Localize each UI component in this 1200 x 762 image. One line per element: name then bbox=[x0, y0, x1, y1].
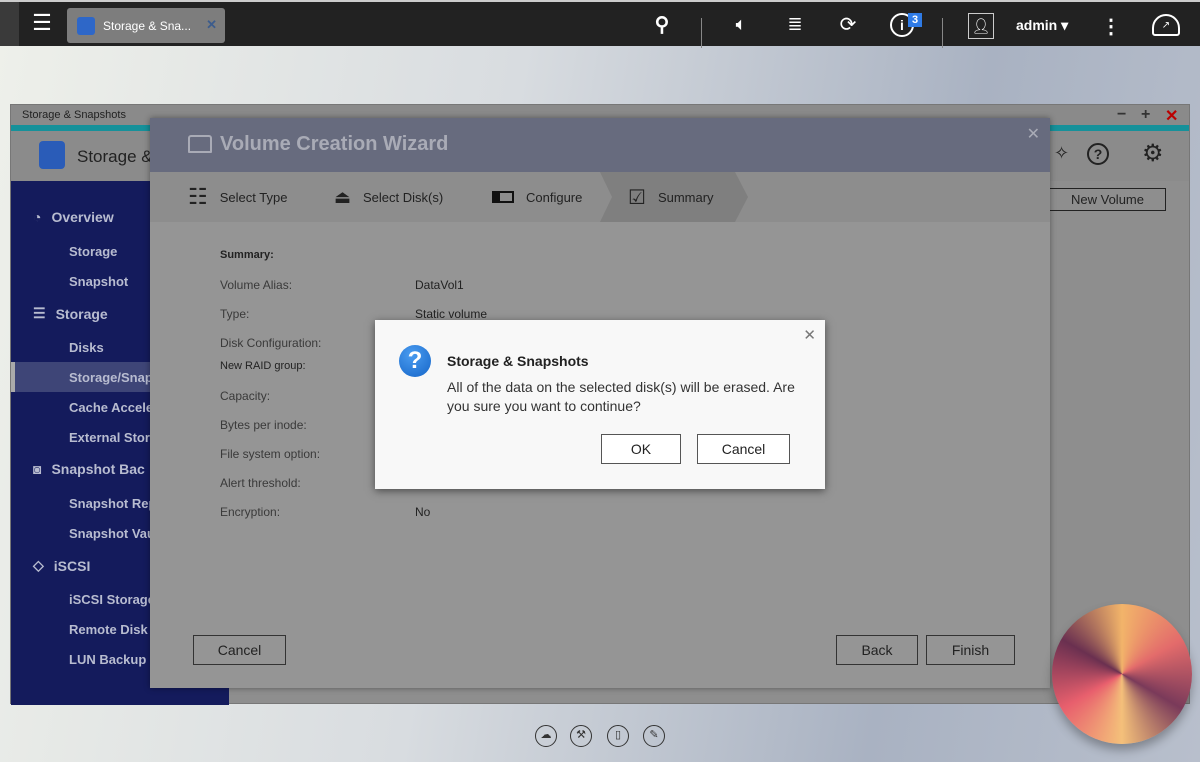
summary-label: Bytes per inode: bbox=[220, 418, 307, 432]
confirm-dialog: ? ✕ Storage & Snapshots All of the data … bbox=[375, 320, 825, 489]
configure-icon bbox=[492, 191, 514, 203]
divider bbox=[701, 18, 702, 48]
menu-icon[interactable]: ☰ bbox=[30, 10, 54, 36]
storage-logo-icon bbox=[39, 141, 65, 169]
close-dialog-icon[interactable]: ✕ bbox=[803, 326, 816, 344]
qts-logo bbox=[1052, 604, 1192, 744]
summary-value: DataVol1 bbox=[415, 278, 464, 292]
notification-badge: 3 bbox=[908, 13, 922, 27]
step-configure: Configure bbox=[492, 172, 582, 222]
search-icon[interactable]: ⚲ bbox=[650, 12, 674, 36]
tab-label: Storage & Sna... bbox=[103, 18, 192, 33]
sidebar-item-disks[interactable]: Disks bbox=[69, 340, 104, 355]
sidebar-item-snapshot-replica[interactable]: Snapshot Rep bbox=[69, 496, 156, 511]
more-options-icon[interactable]: ⋮ bbox=[1101, 14, 1121, 38]
step-select-type: ☷ Select Type bbox=[188, 172, 287, 222]
sidebar-item-snapshot[interactable]: Snapshot bbox=[69, 274, 128, 289]
sidebar-group-overview[interactable]: ◔ Overview bbox=[33, 209, 114, 225]
tools-icon[interactable]: ⚒ bbox=[570, 725, 592, 747]
gauge-icon: ◔ bbox=[33, 209, 42, 225]
wizard-steps: ☷ Select Type ⏏ Select Disk(s) Configure ☑… bbox=[150, 172, 1050, 222]
summary-label: Type: bbox=[220, 307, 250, 321]
cancel-button[interactable]: Cancel bbox=[697, 434, 790, 464]
minimize-icon[interactable]: − bbox=[1117, 106, 1126, 124]
notes-icon[interactable]: ✎ bbox=[643, 725, 665, 747]
clipboard-check-icon: ☑ bbox=[628, 186, 646, 209]
wizard-magic-icon[interactable]: ✧ bbox=[1054, 143, 1069, 164]
step-label: Select Type bbox=[219, 189, 288, 205]
summary-heading: Summary: bbox=[220, 249, 274, 261]
group-label: Overview bbox=[51, 209, 114, 225]
dialog-title: Storage & Snapshots bbox=[447, 353, 589, 369]
help-icon[interactable]: ? bbox=[1087, 143, 1109, 165]
top-bar: ☰ Storage & Sna... ✕ ⚲ 🔈︎ ≣ ⟳ i 3 👤︎ adm… bbox=[0, 0, 1200, 48]
sidebar-item-cache-acceleration[interactable]: Cache Acceler bbox=[69, 400, 158, 415]
summary-value: No bbox=[415, 505, 431, 519]
summary-label: File system option: bbox=[220, 447, 321, 461]
close-wizard-icon[interactable]: ✕ bbox=[1027, 124, 1040, 144]
storage-app-icon bbox=[77, 16, 95, 35]
summary-label: Capacity: bbox=[220, 389, 271, 403]
group-label: Storage bbox=[55, 305, 108, 322]
volume-icon[interactable]: 🔈︎ bbox=[728, 12, 754, 36]
username: admin bbox=[1016, 17, 1058, 33]
desktop-edge bbox=[0, 2, 19, 46]
maximize-icon[interactable]: + bbox=[1141, 106, 1150, 124]
sidebar-item-lun-backup[interactable]: LUN Backup bbox=[69, 652, 146, 667]
user-menu[interactable]: admin ▾ bbox=[1016, 14, 1068, 36]
ok-button[interactable]: OK bbox=[601, 434, 681, 464]
book-icon[interactable]: ▯ bbox=[607, 725, 629, 747]
summary-label: Disk Configuration: bbox=[220, 336, 322, 350]
summary-label: Volume Alias: bbox=[220, 278, 293, 292]
step-label: Select Disk(s) bbox=[363, 189, 444, 205]
step-select-disks: ⏏ Select Disk(s) bbox=[334, 172, 443, 222]
camera-icon: ◙ bbox=[33, 461, 42, 477]
sidebar-item-external-storage[interactable]: External Stora bbox=[69, 430, 157, 445]
close-tab-icon[interactable]: ✕ bbox=[206, 17, 217, 33]
close-window-icon[interactable]: ✕ bbox=[1165, 106, 1178, 126]
sidebar-item-remote-disk[interactable]: Remote Disk bbox=[69, 622, 148, 637]
sync-icon[interactable]: ⟳ bbox=[835, 12, 861, 36]
step-label: Configure bbox=[526, 189, 583, 205]
sidebar-item-iscsi-storage[interactable]: iSCSI Storage bbox=[69, 592, 155, 607]
group-label: iSCSI bbox=[53, 557, 91, 574]
app-title: Storage & bbox=[77, 147, 153, 166]
sidebar-item-snapshot-vault[interactable]: Snapshot Vau bbox=[69, 526, 155, 541]
user-avatar-icon[interactable]: 👤︎ bbox=[968, 13, 994, 39]
background-tasks-icon[interactable]: ≣ bbox=[784, 12, 806, 36]
summary-label: Alert threshold: bbox=[220, 476, 301, 490]
drive-icon bbox=[188, 135, 212, 153]
summary-label: New RAID group: bbox=[220, 360, 306, 372]
database-icon: ☰ bbox=[33, 305, 46, 321]
step-summary: ☑ Summary bbox=[628, 172, 714, 222]
app-tab-storage[interactable]: Storage & Sna... ✕ bbox=[67, 8, 225, 43]
cloud-icon[interactable]: ☁ bbox=[535, 725, 557, 747]
summary-value: Static volume bbox=[415, 307, 488, 321]
sidebar-item-storage[interactable]: Storage bbox=[69, 244, 117, 259]
list-icon: ☷ bbox=[188, 184, 208, 209]
divider bbox=[942, 18, 943, 48]
wizard-title: Volume Creation Wizard bbox=[220, 133, 449, 155]
new-volume-button[interactable]: New Volume bbox=[1049, 188, 1166, 211]
settings-icon[interactable]: ⚙ bbox=[1142, 139, 1164, 168]
disk-icon: ⏏ bbox=[334, 186, 352, 207]
wizard-cancel-button[interactable]: Cancel bbox=[193, 635, 286, 665]
wizard-finish-button[interactable]: Finish bbox=[926, 635, 1015, 665]
sidebar-group-iscsi[interactable]: ◇ iSCSI bbox=[33, 557, 90, 574]
dashboard-icon[interactable]: ↗ bbox=[1152, 14, 1180, 36]
question-icon: ? bbox=[399, 345, 431, 377]
sidebar-item-storage-snapshots[interactable]: Storage/Snap bbox=[69, 370, 153, 385]
iscsi-icon: ◇ bbox=[33, 557, 44, 573]
dialog-message: All of the data on the selected disk(s) … bbox=[447, 379, 795, 414]
group-label: Snapshot Bac bbox=[51, 461, 145, 477]
step-label: Summary bbox=[657, 189, 714, 205]
wizard-header: Volume Creation Wizard ✕ bbox=[150, 118, 1050, 172]
wizard-back-button[interactable]: Back bbox=[836, 635, 918, 665]
summary-label: Encryption: bbox=[220, 505, 281, 519]
sidebar-group-snapshot-backup[interactable]: ◙ Snapshot Bac bbox=[33, 461, 145, 477]
sidebar-group-storage[interactable]: ☰ Storage bbox=[33, 305, 108, 322]
